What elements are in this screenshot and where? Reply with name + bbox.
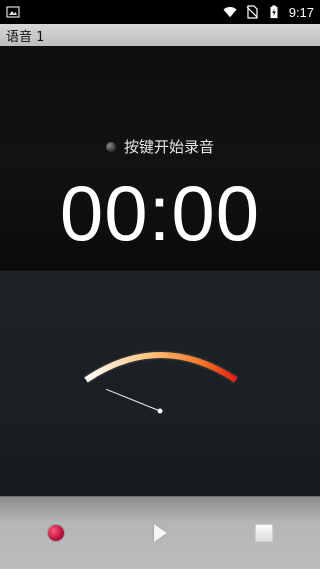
status-text: 按键开始录音: [123, 138, 214, 156]
recording-indicator-icon: [105, 141, 116, 152]
needle-pivot: [157, 408, 163, 414]
meter-gauge: [83, 350, 239, 414]
image-icon: [6, 6, 20, 18]
stop-icon: [255, 524, 273, 542]
status-time: 9:17: [288, 4, 314, 20]
record-button[interactable]: [38, 515, 74, 551]
wifi-icon: [223, 6, 237, 18]
play-icon: [153, 524, 167, 542]
status-bar: 9:17: [0, 0, 320, 24]
playback-controls: [0, 496, 320, 569]
battery-charging-icon: [270, 5, 278, 19]
recording-status: 按键开始录音: [0, 136, 320, 160]
play-button[interactable]: [142, 515, 178, 551]
title-bar: 语音 1: [0, 24, 320, 47]
recording-title: 语音 1: [6, 30, 45, 45]
record-icon: [48, 525, 64, 541]
no-sim-icon: [246, 5, 258, 19]
meter-needle: [106, 388, 161, 412]
stop-button[interactable]: [246, 515, 282, 551]
level-meter: [0, 272, 320, 496]
elapsed-timer: 00:00: [59, 169, 261, 257]
sound-recorder-screen: 9:17 语音 1 按键开始录音 00:00: [0, 0, 320, 569]
recording-display: 按键开始录音 00:00: [0, 46, 320, 270]
status-indicators: 9:17: [223, 0, 314, 24]
